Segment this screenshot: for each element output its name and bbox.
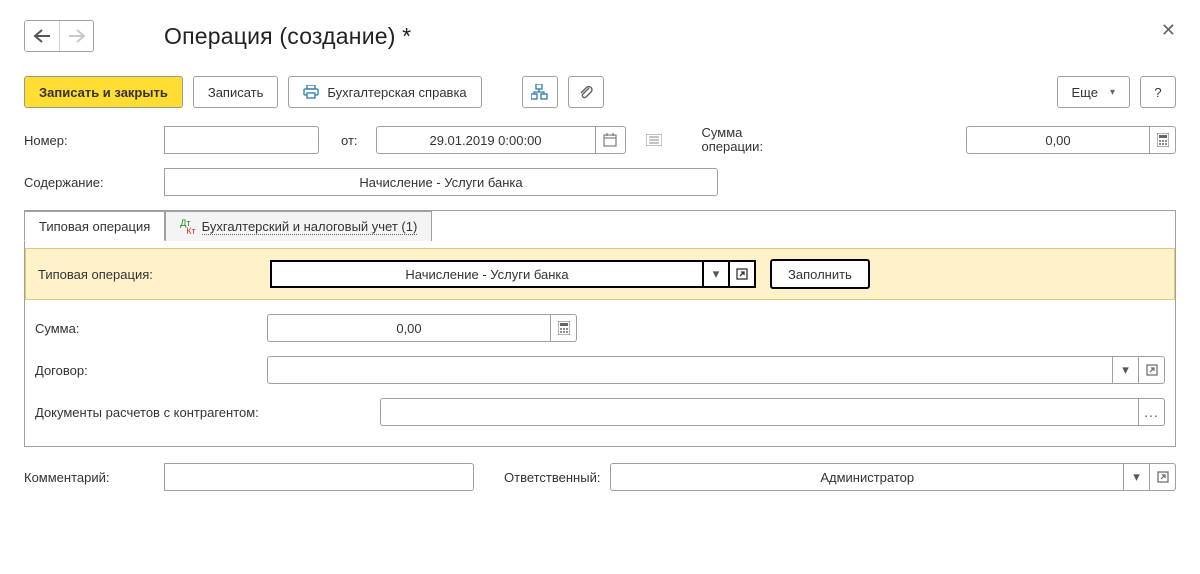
typical-operation-value: Начисление - Услуги банка xyxy=(270,260,704,288)
date-input[interactable]: 29.01.2019 0:00:00 xyxy=(376,126,626,154)
more-label: Еще xyxy=(1072,85,1098,100)
arrow-left-icon xyxy=(33,29,51,43)
nav-back-button[interactable] xyxy=(25,21,59,51)
open-icon xyxy=(1157,471,1169,483)
calculator-icon xyxy=(558,321,570,335)
fill-button[interactable]: Заполнить xyxy=(770,259,870,289)
docs-browse-button[interactable]: ... xyxy=(1139,398,1165,426)
docs-value xyxy=(380,398,1139,426)
sum-operation-label: Сумма операции: xyxy=(702,126,764,154)
nav-arrows xyxy=(24,20,94,52)
typical-operation-open-button[interactable] xyxy=(730,260,756,288)
open-icon xyxy=(736,268,748,280)
row-number-date-sum: Номер: от: 29.01.2019 0:00:00 Сумма опер… xyxy=(24,126,1176,154)
row-contract: Договор: ▾ xyxy=(35,356,1165,384)
sum-input[interactable]: 0,00 xyxy=(267,314,577,342)
paperclip-icon xyxy=(578,84,594,100)
docs-select[interactable]: ... xyxy=(380,398,1165,426)
calendar-icon xyxy=(603,133,617,147)
number-value xyxy=(164,126,319,154)
attachment-button[interactable] xyxy=(568,76,604,108)
nav-forward-button[interactable] xyxy=(59,21,93,51)
arrow-right-icon xyxy=(68,29,86,43)
docs-label: Документы расчетов с контрагентом: xyxy=(35,405,370,420)
content-label: Содержание: xyxy=(24,175,154,190)
calculator-button[interactable] xyxy=(1150,126,1176,154)
typical-operation-row: Типовая операция: Начисление - Услуги ба… xyxy=(25,248,1175,300)
list-icon xyxy=(646,134,662,146)
close-button[interactable]: ✕ xyxy=(1161,20,1176,41)
contract-value xyxy=(267,356,1113,384)
calculator-icon xyxy=(1157,133,1169,147)
tabs-body: Типовая операция: Начисление - Услуги ба… xyxy=(25,240,1175,446)
contract-dropdown-button[interactable]: ▾ xyxy=(1113,356,1139,384)
tab-typical-operation[interactable]: Типовая операция xyxy=(24,211,165,241)
tab-accounting-label: Бухгалтерский и налоговый учет (1) xyxy=(202,219,418,235)
open-icon xyxy=(1146,364,1158,376)
number-input[interactable] xyxy=(164,126,319,154)
date-value: 29.01.2019 0:00:00 xyxy=(376,126,596,154)
sum-label: Сумма: xyxy=(35,321,257,336)
comment-label: Комментарий: xyxy=(24,470,154,485)
help-button[interactable]: ? xyxy=(1140,76,1176,108)
typical-operation-select[interactable]: Начисление - Услуги банка ▾ xyxy=(270,260,756,288)
calendar-button[interactable] xyxy=(596,126,626,154)
responsible-label: Ответственный: xyxy=(504,470,600,485)
sum-value: 0,00 xyxy=(267,314,551,342)
comment-input[interactable] xyxy=(164,463,474,491)
sum-operation-value: 0,00 xyxy=(966,126,1150,154)
tabs-container: Типовая операция ДтКт Бухгалтерский и на… xyxy=(24,210,1176,447)
page-title: Операция (создание) * xyxy=(164,23,411,50)
typical-operation-dropdown-button[interactable]: ▾ xyxy=(704,260,730,288)
row-sum: Сумма: 0,00 xyxy=(35,314,1165,342)
contract-open-button[interactable] xyxy=(1139,356,1165,384)
row-content: Содержание: Начисление - Услуги банка xyxy=(24,168,1176,196)
structure-button[interactable] xyxy=(522,76,558,108)
responsible-value: Администратор xyxy=(610,463,1124,491)
chevron-down-icon: ▾ xyxy=(1110,87,1115,98)
debit-credit-icon: ДтКт xyxy=(180,219,195,235)
responsible-open-button[interactable] xyxy=(1150,463,1176,491)
content-input[interactable]: Начисление - Услуги банка xyxy=(164,168,718,196)
printer-icon xyxy=(303,85,319,99)
sum-operation-input[interactable]: 0,00 xyxy=(966,126,1176,154)
sum-label-line2: операции: xyxy=(702,139,764,154)
save-button[interactable]: Записать xyxy=(193,76,279,108)
tab-accounting[interactable]: ДтКт Бухгалтерский и налоговый учет (1) xyxy=(165,211,432,241)
comment-value xyxy=(164,463,474,491)
row-footer: Комментарий: Ответственный: Администрато… xyxy=(24,463,1176,491)
header: Операция (создание) * ✕ xyxy=(24,20,1176,52)
typical-operation-label: Типовая операция: xyxy=(38,267,256,282)
from-label: от: xyxy=(341,133,358,148)
responsible-select[interactable]: Администратор ▾ xyxy=(610,463,1176,491)
number-label: Номер: xyxy=(24,133,154,148)
sum-label-line1: Сумма xyxy=(702,125,743,140)
accounting-report-button[interactable]: Бухгалтерская справка xyxy=(288,76,481,108)
save-and-close-button[interactable]: Записать и закрыть xyxy=(24,76,183,108)
toolbar: Записать и закрыть Записать Бухгалтерска… xyxy=(24,76,1176,108)
tabs-strip: Типовая операция ДтКт Бухгалтерский и на… xyxy=(24,210,1175,240)
responsible-dropdown-button[interactable]: ▾ xyxy=(1124,463,1150,491)
accounting-report-label: Бухгалтерская справка xyxy=(327,85,466,100)
content-value: Начисление - Услуги банка xyxy=(164,168,718,196)
row-docs: Документы расчетов с контрагентом: ... xyxy=(35,398,1165,426)
contract-select[interactable]: ▾ xyxy=(267,356,1165,384)
more-button[interactable]: Еще ▾ xyxy=(1057,76,1130,108)
contract-label: Договор: xyxy=(35,363,257,378)
structure-icon xyxy=(531,84,549,100)
tab-typical-operation-label: Типовая операция xyxy=(39,219,150,234)
sum-calculator-button[interactable] xyxy=(551,314,577,342)
list-icon-button[interactable] xyxy=(640,126,668,154)
